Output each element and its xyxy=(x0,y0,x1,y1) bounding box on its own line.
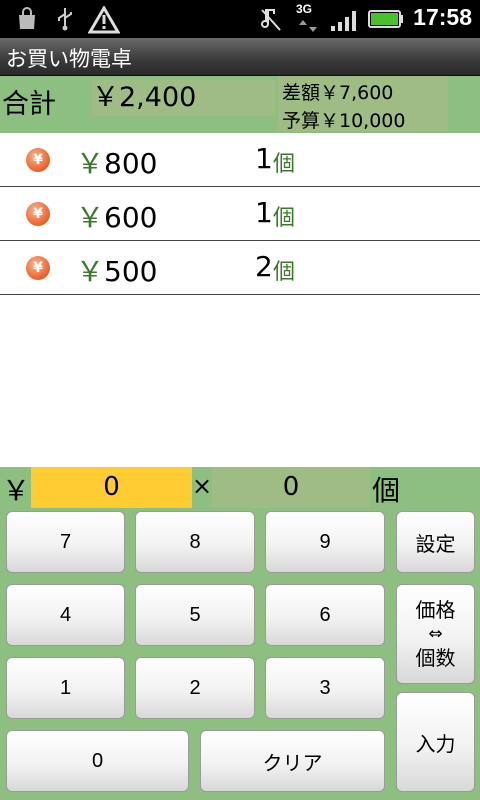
item-list: ¥ ￥800 1 個 ¥ ￥600 1 個 ¥ ￥500 2 個 xyxy=(0,133,480,295)
budget-value: 予算￥10,000 xyxy=(282,110,406,132)
item-quantity: 1 xyxy=(255,142,273,175)
network-indicator: 3G xyxy=(296,2,320,36)
usb-icon xyxy=(58,8,72,31)
item-price: ￥800 xyxy=(76,147,158,180)
key-1[interactable]: 1 xyxy=(6,657,125,719)
key-8[interactable]: 8 xyxy=(135,511,255,573)
key-5[interactable]: 5 xyxy=(135,584,255,646)
key-3[interactable]: 3 xyxy=(265,657,385,719)
clear-button[interactable]: クリア xyxy=(200,730,385,792)
settings-button[interactable]: 設定 xyxy=(396,511,475,573)
list-item[interactable]: ¥ ￥600 1 個 xyxy=(0,187,480,241)
item-price: ￥600 xyxy=(76,201,158,234)
yen-sign: ￥ xyxy=(2,474,31,507)
list-item[interactable]: ¥ ￥800 1 個 xyxy=(0,133,480,187)
app-title: お買い物電卓 xyxy=(6,47,132,71)
signal-icon xyxy=(331,11,356,31)
yen-coin-icon: ¥ xyxy=(26,202,50,226)
status-bar: 3G 17:58 xyxy=(0,0,480,38)
mute-icon xyxy=(261,9,281,31)
battery-icon xyxy=(368,10,403,28)
item-price: ￥500 xyxy=(76,255,158,288)
key-9[interactable]: 9 xyxy=(265,511,385,573)
key-7[interactable]: 7 xyxy=(6,511,125,573)
item-unit: 個 xyxy=(273,206,296,231)
total-value: ￥2,400 xyxy=(92,80,275,116)
keypad: 7 8 9 設定 4 5 6 価格 ⇔ 個数 1 2 3 0 クリア 入力 xyxy=(0,508,480,800)
list-item[interactable]: ¥ ￥500 2 個 xyxy=(0,241,480,295)
input-row: ￥ 0 × 0 個 xyxy=(0,467,480,508)
quantity-input[interactable]: 0 xyxy=(212,467,370,508)
shopping-bag-icon xyxy=(19,7,35,29)
item-quantity: 2 xyxy=(255,250,273,283)
enter-button[interactable]: 入力 xyxy=(396,692,475,792)
summary-panel: 合計 ￥2,400 差額￥7,600 予算￥10,000 xyxy=(0,76,480,133)
warning-icon xyxy=(88,6,120,34)
swap-price-quantity-button[interactable]: 価格 ⇔ 個数 xyxy=(396,584,475,684)
item-unit: 個 xyxy=(273,260,296,285)
price-input[interactable]: 0 xyxy=(31,467,192,508)
item-unit: 個 xyxy=(273,152,296,177)
total-label: 合計 xyxy=(2,89,56,120)
yen-coin-icon: ¥ xyxy=(26,148,50,172)
budget-box[interactable]: 差額￥7,600 予算￥10,000 xyxy=(278,76,448,132)
key-4[interactable]: 4 xyxy=(6,584,125,646)
item-quantity: 1 xyxy=(255,196,273,229)
difference-value: 差額￥7,600 xyxy=(282,82,394,104)
yen-coin-icon: ¥ xyxy=(26,256,50,280)
multiply-sign: × xyxy=(192,472,213,500)
app-title-bar: お買い物電卓 xyxy=(0,38,480,76)
key-6[interactable]: 6 xyxy=(265,584,385,646)
clock: 17:58 xyxy=(413,4,472,30)
unit-sign: 個 xyxy=(372,474,401,507)
key-0[interactable]: 0 xyxy=(6,730,189,792)
key-2[interactable]: 2 xyxy=(135,657,255,719)
